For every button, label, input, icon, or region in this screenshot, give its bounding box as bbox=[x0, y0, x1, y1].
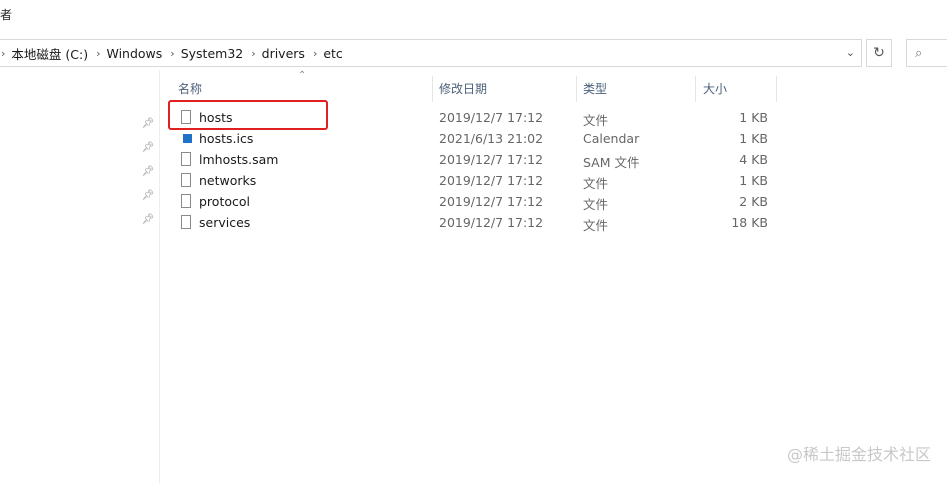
chevron-right-icon[interactable]: › bbox=[162, 47, 180, 60]
column-type[interactable]: 类型 bbox=[583, 76, 607, 102]
column-size[interactable]: 大小 bbox=[703, 76, 727, 102]
breadcrumb: › 本地磁盘 (C:) › Windows › System32 › drive… bbox=[0, 40, 343, 66]
calendar-file-icon bbox=[183, 134, 192, 143]
chevron-down-icon[interactable]: ⌄ bbox=[846, 46, 855, 59]
crumb-system32[interactable]: System32 bbox=[181, 46, 244, 61]
file-size: 1 KB bbox=[739, 110, 768, 125]
chevron-right-icon[interactable]: › bbox=[305, 47, 323, 60]
file-modified: 2019/12/7 17:12 bbox=[439, 173, 544, 188]
file-row[interactable]: networks 2019/12/7 17:12 文件 1 KB bbox=[0, 172, 800, 193]
file-size: 4 KB bbox=[739, 152, 768, 167]
crumb-etc[interactable]: etc bbox=[323, 46, 342, 61]
file-icon bbox=[181, 194, 191, 208]
refresh-button[interactable]: ↻ bbox=[866, 39, 892, 67]
file-row[interactable]: services 2019/12/7 17:12 文件 18 KB bbox=[0, 214, 800, 235]
file-name: protocol bbox=[199, 194, 250, 209]
file-modified: 2019/12/7 17:12 bbox=[439, 215, 544, 230]
file-type: 文件 bbox=[583, 197, 609, 212]
chevron-right-icon[interactable]: › bbox=[243, 47, 261, 60]
chevron-right-icon[interactable]: › bbox=[0, 47, 11, 60]
address-bar[interactable]: › 本地磁盘 (C:) › Windows › System32 › drive… bbox=[0, 39, 862, 67]
file-type: 文件 bbox=[583, 218, 609, 233]
file-type: Calendar bbox=[583, 131, 640, 146]
file-type: SAM 文件 bbox=[583, 155, 640, 170]
file-modified: 2019/12/7 17:12 bbox=[439, 110, 544, 125]
search-box[interactable]: ⌕ bbox=[906, 39, 947, 67]
file-name: hosts.ics bbox=[199, 131, 254, 146]
file-modified: 2019/12/7 17:12 bbox=[439, 194, 544, 209]
file-row[interactable]: protocol 2019/12/7 17:12 文件 2 KB bbox=[0, 193, 800, 214]
file-name: hosts bbox=[199, 110, 233, 125]
column-header: ⌃ 名称 修改日期 类型 大小 bbox=[160, 70, 780, 102]
column-modified[interactable]: 修改日期 bbox=[439, 76, 487, 102]
column-divider[interactable] bbox=[576, 76, 577, 102]
file-type: 文件 bbox=[583, 113, 609, 128]
column-divider[interactable] bbox=[695, 76, 696, 102]
file-size: 1 KB bbox=[739, 173, 768, 188]
column-name[interactable]: 名称 bbox=[178, 76, 202, 102]
search-icon: ⌕ bbox=[915, 45, 923, 61]
file-list: hosts 2019/12/7 17:12 文件 1 KB hosts.ics … bbox=[0, 109, 800, 235]
file-icon bbox=[181, 215, 191, 229]
file-size: 1 KB bbox=[739, 131, 768, 146]
file-row[interactable]: hosts.ics 2021/6/13 21:02 Calendar 1 KB bbox=[0, 130, 800, 151]
file-type: 文件 bbox=[583, 176, 609, 191]
file-name: networks bbox=[199, 173, 257, 188]
column-divider[interactable] bbox=[432, 76, 433, 102]
chevron-right-icon[interactable]: › bbox=[88, 47, 106, 60]
file-size: 18 KB bbox=[731, 215, 768, 230]
watermark: @稀土掘金技术社区 bbox=[786, 445, 931, 464]
file-name: services bbox=[199, 215, 251, 230]
crumb-local-disk[interactable]: 本地磁盘 (C:) bbox=[11, 44, 88, 63]
file-modified: 2019/12/7 17:12 bbox=[439, 152, 544, 167]
window-title-fragment: 者 bbox=[0, 8, 13, 22]
file-row[interactable]: hosts 2019/12/7 17:12 文件 1 KB bbox=[0, 109, 800, 130]
file-row[interactable]: lmhosts.sam 2019/12/7 17:12 SAM 文件 4 KB bbox=[0, 151, 800, 172]
crumb-windows[interactable]: Windows bbox=[106, 46, 162, 61]
refresh-icon: ↻ bbox=[873, 45, 885, 61]
file-name: lmhosts.sam bbox=[199, 152, 279, 167]
file-size: 2 KB bbox=[739, 194, 768, 209]
column-divider[interactable] bbox=[776, 76, 777, 102]
crumb-drivers[interactable]: drivers bbox=[262, 46, 305, 61]
file-icon bbox=[181, 173, 191, 187]
sort-ascending-icon: ⌃ bbox=[298, 70, 307, 81]
file-icon bbox=[181, 110, 191, 124]
file-icon bbox=[181, 152, 191, 166]
file-modified: 2021/6/13 21:02 bbox=[439, 131, 544, 146]
